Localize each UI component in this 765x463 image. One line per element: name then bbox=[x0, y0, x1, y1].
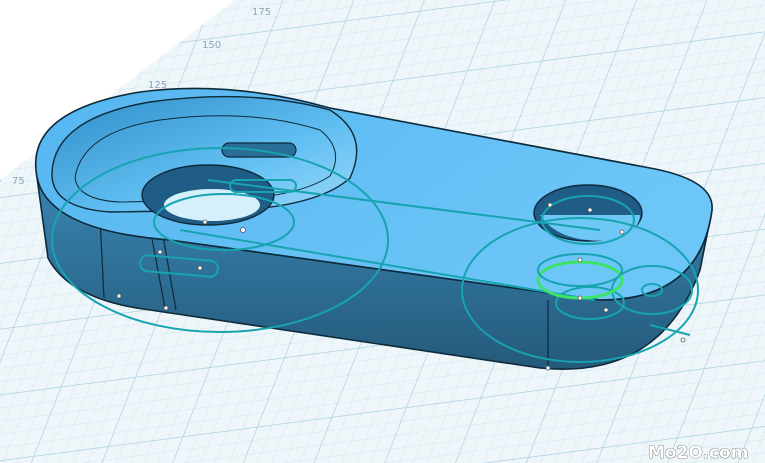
watermark-text: Mo2O.com bbox=[648, 443, 748, 463]
3d-viewport[interactable]: 175 150 125 75 Mo2O.com bbox=[0, 0, 765, 463]
grid-label-175: 175 bbox=[252, 7, 271, 18]
watermark: Mo2O.com bbox=[648, 443, 749, 463]
scene: 175 150 125 75 Mo2O.com bbox=[0, 0, 765, 463]
grid-label-75: 75 bbox=[12, 176, 25, 187]
grid-label-150: 150 bbox=[202, 40, 221, 51]
